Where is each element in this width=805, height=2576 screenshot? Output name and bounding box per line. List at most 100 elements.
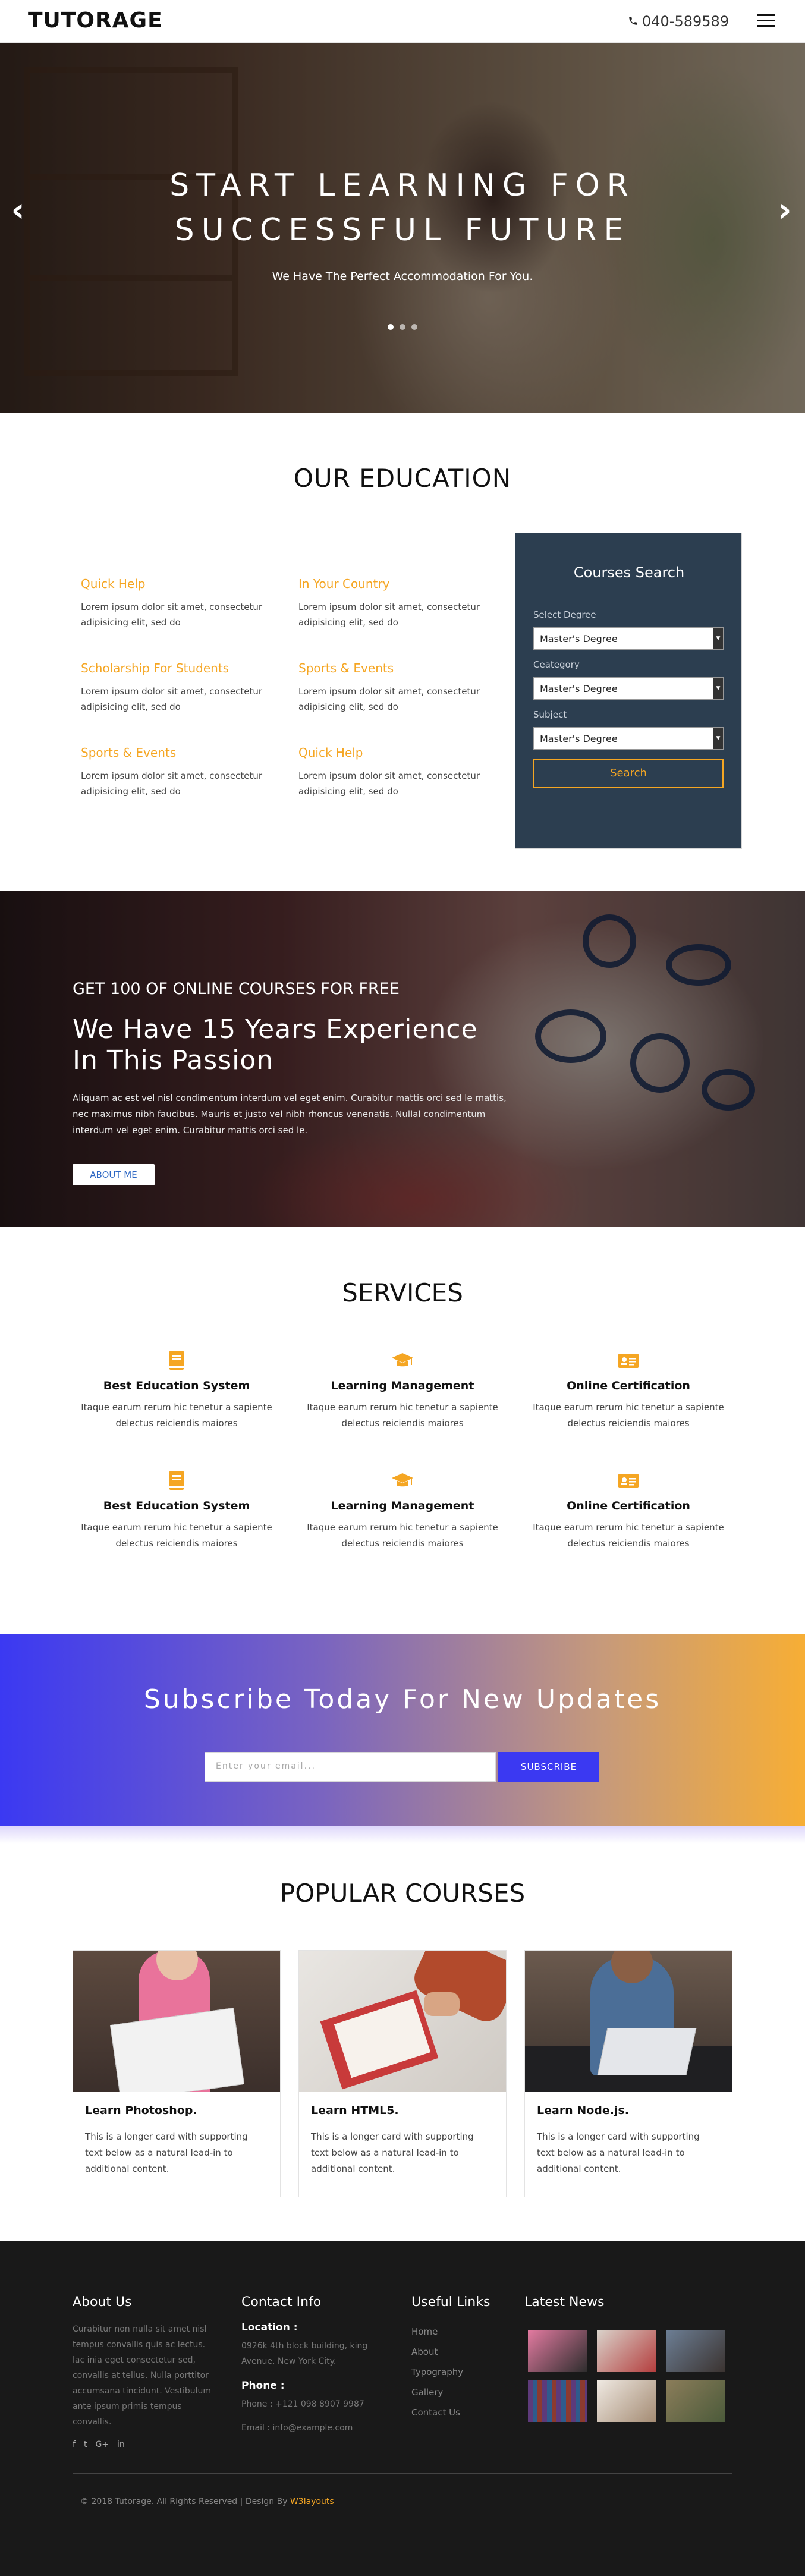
service-title: Best Education System [103,1379,250,1392]
news-thumbnail[interactable] [666,2380,725,2422]
course-title: Learn Photoshop. [85,2104,197,2117]
book-icon [169,1471,184,1490]
education-item-title[interactable]: Sports & Events [81,746,277,760]
phone-number: 040-589589 [642,13,729,30]
copyright: © 2018 Tutorage. All Rights Reserved | D… [80,2497,334,2506]
google-plus-icon[interactable]: G+ [95,2440,109,2449]
news-thumbnail[interactable] [528,2330,587,2372]
phone-icon [629,17,637,25]
chevron-right-icon[interactable]: › [773,193,797,228]
education-item-text: Lorem ipsum dolor sit amet, consectetur … [81,686,263,712]
footer-links-title: Useful Links [411,2295,490,2310]
news-thumbnail[interactable] [597,2380,656,2422]
hero-subtitle: We Have The Perfect Accommodation For Yo… [272,270,533,283]
course-image-photoshop [73,1951,280,2092]
footer-link-gallery[interactable]: Gallery [411,2382,518,2402]
footer-link-contact[interactable]: Contact Us [411,2402,518,2423]
service-title: Learning Management [331,1499,474,1512]
footer-about-text: Curabitur non nulla sit amet nisl tempus… [73,2325,212,2427]
linkedin-icon[interactable]: in [117,2440,125,2449]
copyright-text: © 2018 Tutorage. All Rights Reserved | D… [80,2497,288,2506]
degree-select[interactable]: Master's Degree ▼ [533,627,724,650]
education-item-title[interactable]: Scholarship For Students [81,661,277,675]
news-thumbnail[interactable] [597,2330,656,2372]
subject-select[interactable]: Master's Degree ▼ [533,727,724,750]
education-item-text: Lorem ipsum dolor sit amet, consectetur … [81,602,263,628]
chevron-down-icon: ▼ [713,628,723,649]
experience-banner: GET 100 OF ONLINE COURSES FOR FREE We Ha… [0,891,805,1227]
designer-link[interactable]: W3layouts [290,2497,334,2506]
education-item: Sports & Events Lorem ipsum dolor sit am… [298,661,495,715]
popular-courses-title: POPULAR COURSES [279,1879,526,1908]
course-text: This is a longer card with supporting te… [85,2131,248,2174]
category-label: Ceategory [533,659,580,670]
subject-label: Subject [533,709,567,720]
education-item-title[interactable]: In Your Country [298,577,495,591]
chevron-down-icon: ▼ [713,678,723,699]
slider-dot[interactable] [400,324,405,330]
search-button[interactable]: Search [533,759,724,788]
twitter-icon[interactable]: t [84,2440,87,2449]
degree-label: Select Degree [533,609,596,620]
education-item-text: Lorem ipsum dolor sit amet, consectetur … [81,770,263,797]
service-item: Learning Management Itaque earum rerum h… [304,1350,501,1432]
footer-about-title: About Us [73,2295,132,2310]
experience-heading-line2: In This Passion [73,1045,274,1075]
education-item-title[interactable]: Sports & Events [298,661,495,675]
header-phone: 040-589589 [628,13,729,30]
news-thumbnail[interactable] [528,2380,587,2422]
id-card-icon [618,1354,639,1368]
subscribe-shadow [0,1826,805,1844]
footer-contact-title: Contact Info [241,2295,322,2310]
service-text: Itaque earum rerum hic tenetur a sapient… [307,1522,498,1549]
education-item-text: Lorem ipsum dolor sit amet, consectetur … [298,686,480,712]
footer-divider [73,2473,732,2474]
course-card[interactable]: Learn Photoshop. This is a longer card w… [73,1950,281,2197]
education-item-title[interactable]: Quick Help [81,577,277,591]
course-card[interactable]: Learn Node.js. This is a longer card wit… [524,1950,732,2197]
site-header: TUTORAGE 040-589589 [0,0,805,43]
about-me-button[interactable]: ABOUT ME [73,1164,155,1185]
chevron-left-icon[interactable]: ‹ [6,193,30,228]
service-text: Itaque earum rerum hic tenetur a sapient… [81,1522,272,1549]
site-logo[interactable]: TUTORAGE [28,8,163,33]
hamburger-icon[interactable] [755,11,776,32]
service-text: Itaque earum rerum hic tenetur a sapient… [533,1522,724,1549]
email-input[interactable]: Enter your email... [205,1752,496,1782]
course-card[interactable]: Learn HTML5. This is a longer card with … [298,1950,507,2197]
service-title: Online Certification [567,1499,690,1512]
footer-link-home[interactable]: Home [411,2322,518,2342]
category-select-value: Master's Degree [540,683,618,694]
course-title: Learn HTML5. [311,2104,399,2117]
service-text: Itaque earum rerum hic tenetur a sapient… [81,1402,272,1429]
footer-about: About Us Curabitur non nulla sit amet ni… [73,2295,215,2449]
subscribe-button[interactable]: SUBSCRIBE [498,1752,599,1782]
location-label: Location : [241,2322,298,2333]
email-text[interactable]: Email : info@example.com [241,2420,384,2436]
slider-dot[interactable] [388,324,394,330]
education-item: In Your Country Lorem ipsum dolor sit am… [298,577,495,630]
course-image-nodejs [525,1951,732,2092]
subscribe-title: Subscribe Today For New Updates [143,1684,662,1715]
subscribe-section: Subscribe Today For New Updates Enter yo… [0,1634,805,1826]
course-search-title: Courses Search [573,564,685,581]
service-text: Itaque earum rerum hic tenetur a sapient… [533,1402,724,1429]
facebook-icon[interactable]: f [73,2440,76,2449]
book-icon [169,1351,184,1370]
course-title: Learn Node.js. [537,2104,630,2117]
phone-label: Phone : [241,2380,285,2392]
service-title: Best Education System [103,1499,250,1512]
footer-link-typography[interactable]: Typography [411,2362,518,2382]
graduation-cap-icon [392,1353,413,1367]
education-item: Scholarship For Students Lorem ipsum dol… [81,661,277,715]
course-search-panel: Courses Search Select Degree Master's De… [515,533,742,849]
education-item-title[interactable]: Quick Help [298,746,495,760]
category-select[interactable]: Master's Degree ▼ [533,677,724,700]
experience-heading-line1: We Have 15 Years Experience [73,1014,478,1045]
service-item: Online Certification Itaque earum rerum … [530,1470,727,1552]
hero-slider: START LEARNING FOR SUCCESSFUL FUTURE We … [0,43,805,413]
news-thumbnail[interactable] [666,2330,725,2372]
footer-link-about[interactable]: About [411,2342,518,2362]
slider-dot[interactable] [411,324,417,330]
course-text: This is a longer card with supporting te… [311,2131,474,2174]
